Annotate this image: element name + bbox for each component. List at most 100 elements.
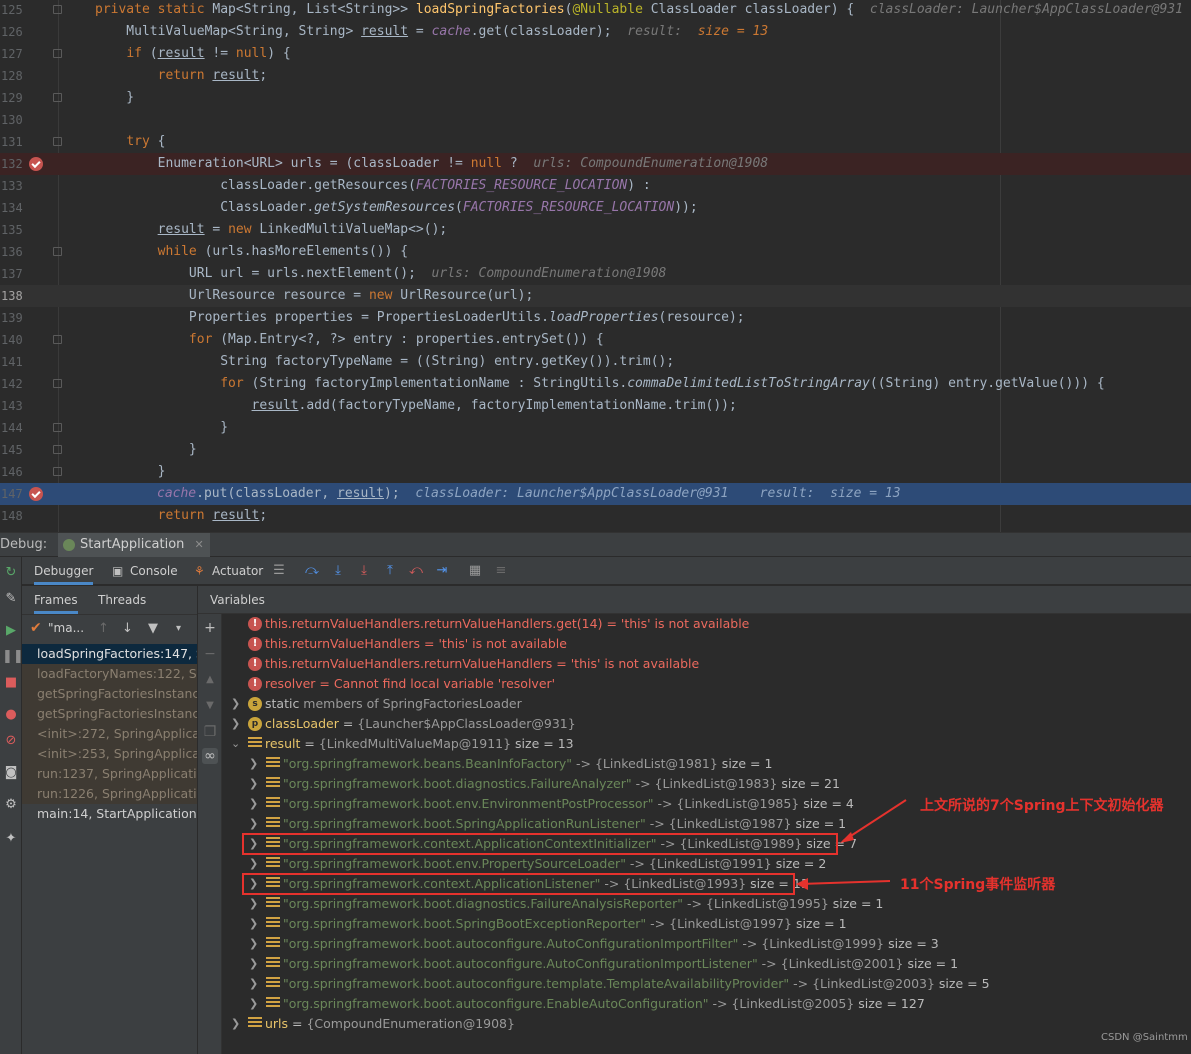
map-entry-row[interactable]: ❯ "org.springframework.boot.SpringBootExc… bbox=[249, 914, 1191, 934]
chevron-right-icon[interactable]: ❯ bbox=[231, 714, 243, 734]
fold-marker-icon[interactable] bbox=[53, 137, 62, 146]
chevron-right-icon[interactable]: ❯ bbox=[249, 934, 261, 954]
code-line[interactable]: 144 } bbox=[0, 417, 1191, 439]
chevron-right-icon[interactable]: ❯ bbox=[249, 974, 261, 994]
fold-marker-icon[interactable] bbox=[53, 445, 62, 454]
variable-classloader-row[interactable]: ❯ p classLoader = {Launcher$AppClassLoader… bbox=[231, 714, 1191, 734]
stack-frame[interactable]: <init>:272, SpringApplicati bbox=[22, 724, 197, 744]
force-step-into-icon[interactable]: ⤓ bbox=[356, 563, 372, 579]
chevron-right-icon[interactable]: ❯ bbox=[249, 894, 261, 914]
line-number[interactable]: 145 bbox=[0, 439, 23, 461]
code-line[interactable]: 130 bbox=[0, 109, 1191, 131]
step-into-icon[interactable]: ⤓ bbox=[330, 563, 346, 579]
code-line[interactable]: 133 classLoader.getResources(FACTORIES_R… bbox=[0, 175, 1191, 197]
variable-error-row[interactable]: ! this.returnValueHandlers = 'this' is no… bbox=[248, 634, 1191, 654]
map-entry-row[interactable]: ❯ "org.springframework.boot.autoconfigure… bbox=[249, 994, 1191, 1014]
breakpoint-icon[interactable] bbox=[29, 157, 43, 171]
chevron-right-icon[interactable]: ❯ bbox=[249, 914, 261, 934]
chevron-down-icon[interactable]: ⌄ bbox=[231, 734, 243, 754]
step-over-icon[interactable]: ⤼ bbox=[304, 563, 320, 579]
breakpoint-icon[interactable] bbox=[29, 487, 43, 501]
map-entry-row[interactable]: ❯ "org.springframework.boot.autoconfigure… bbox=[249, 934, 1191, 954]
drop-frame-icon[interactable]: ⤺ bbox=[408, 563, 424, 579]
variable-error-row[interactable]: ! resolver = Cannot find local variable '… bbox=[248, 674, 1191, 694]
code-line[interactable]: 125 private static Map<String, List<Strin… bbox=[0, 0, 1191, 21]
line-number[interactable]: 130 bbox=[0, 109, 23, 131]
tab-threads[interactable]: Threads bbox=[98, 586, 146, 614]
code-line[interactable]: 132 Enumeration<URL> urls = (classLoader… bbox=[0, 153, 1191, 175]
variable-urls-row[interactable]: ❯ urls = {CompoundEnumeration@1908} bbox=[231, 1014, 1191, 1034]
code-line[interactable]: 138 UrlResource resource = new UrlResour… bbox=[0, 285, 1191, 307]
variable-result-row[interactable]: ⌄ result = {LinkedMultiValueMap@1911} siz… bbox=[231, 734, 1191, 754]
run-to-cursor-icon[interactable]: ⇥ bbox=[434, 563, 450, 579]
line-number[interactable]: 133 bbox=[0, 175, 23, 197]
code-line[interactable]: 142 for (String factoryImplementationNam… bbox=[0, 373, 1191, 395]
fold-marker-icon[interactable] bbox=[53, 423, 62, 432]
arrow-down-icon[interactable]: ↓ bbox=[122, 621, 133, 636]
step-out-icon[interactable]: ⤒ bbox=[382, 563, 398, 579]
code-line[interactable]: 148 return result; bbox=[0, 505, 1191, 527]
code-editor[interactable]: 125 private static Map<String, List<Strin… bbox=[0, 0, 1191, 532]
stop-icon[interactable]: ■ bbox=[2, 675, 20, 691]
code-line[interactable]: 141 String factoryTypeName = ((String) e… bbox=[0, 351, 1191, 373]
tab-console[interactable]: ▣ Console bbox=[112, 557, 178, 585]
chevron-right-icon[interactable]: ❯ bbox=[249, 954, 261, 974]
chevron-down-icon[interactable]: ▾ bbox=[176, 623, 181, 634]
stack-frame[interactable]: main:14, StartApplication ( bbox=[22, 804, 197, 824]
line-number[interactable]: 146 bbox=[0, 461, 23, 483]
code-line[interactable]: 131 try { bbox=[0, 131, 1191, 153]
line-number[interactable]: 135 bbox=[0, 219, 23, 241]
stack-frame[interactable]: loadSpringFactories:147, S bbox=[22, 644, 197, 664]
line-number[interactable]: 127 bbox=[0, 43, 23, 65]
variable-static-row[interactable]: ❯ s static members of SpringFactoriesLoade… bbox=[231, 694, 1191, 714]
code-line[interactable]: 136 while (urls.hasMoreElements()) { bbox=[0, 241, 1191, 263]
stack-frame[interactable]: getSpringFactoriesInstanc bbox=[22, 704, 197, 724]
line-number[interactable]: 140 bbox=[0, 329, 23, 351]
line-number[interactable]: 142 bbox=[0, 373, 23, 395]
thread-selector[interactable]: ✔ "ma... ↑ ↓ ▼ ▾ bbox=[22, 614, 197, 642]
chevron-right-icon[interactable]: ❯ bbox=[249, 854, 261, 874]
stack-frame[interactable]: <init>:253, SpringApplicat bbox=[22, 744, 197, 764]
chevron-right-icon[interactable]: ❯ bbox=[231, 694, 243, 714]
tab-debugger[interactable]: Debugger bbox=[34, 557, 94, 585]
pin-icon[interactable]: ✦ bbox=[2, 831, 20, 847]
line-number[interactable]: 125 bbox=[0, 0, 23, 21]
line-number[interactable]: 144 bbox=[0, 417, 23, 439]
stack-frame[interactable]: run:1226, SpringApplicatio bbox=[22, 784, 197, 804]
line-number[interactable]: 147 bbox=[0, 483, 23, 505]
fold-marker-icon[interactable] bbox=[53, 49, 62, 58]
code-line[interactable]: 129 } bbox=[0, 87, 1191, 109]
code-line[interactable]: 137 URL url = urls.nextElement(); urls: … bbox=[0, 263, 1191, 285]
map-entry-row[interactable]: ❯ "org.springframework.boot.env.PropertyS… bbox=[249, 854, 1191, 874]
tab-frames[interactable]: Frames bbox=[34, 586, 78, 614]
line-number[interactable]: 143 bbox=[0, 395, 23, 417]
fold-marker-icon[interactable] bbox=[53, 247, 62, 256]
close-icon[interactable]: ✕ bbox=[195, 538, 204, 551]
variable-error-row[interactable]: ! this.returnValueHandlers.returnValueHan… bbox=[248, 654, 1191, 674]
tab-actuator[interactable]: ⚘ Actuator bbox=[194, 557, 263, 585]
modify-config-icon[interactable]: ✎ bbox=[2, 591, 20, 607]
fold-marker-icon[interactable] bbox=[53, 379, 62, 388]
chevron-right-icon[interactable]: ❯ bbox=[249, 754, 261, 774]
line-number[interactable]: 126 bbox=[0, 21, 23, 43]
line-number[interactable]: 128 bbox=[0, 65, 23, 87]
stack-frame[interactable]: loadFactoryNames:122, Sp bbox=[22, 664, 197, 684]
menu-icon[interactable]: ☰ bbox=[271, 563, 287, 579]
line-number[interactable]: 131 bbox=[0, 131, 23, 153]
fold-marker-icon[interactable] bbox=[53, 5, 62, 14]
pause-icon[interactable]: ❚❚ bbox=[2, 649, 24, 665]
settings-icon[interactable]: ⚙ bbox=[2, 797, 20, 813]
line-number[interactable]: 141 bbox=[0, 351, 23, 373]
code-line[interactable]: 134 ClassLoader.getSystemResources(FACTO… bbox=[0, 197, 1191, 219]
add-watch-icon[interactable]: + bbox=[202, 620, 218, 636]
code-line[interactable]: 147 cache.put(classLoader, result); class… bbox=[0, 483, 1191, 505]
filter-icon[interactable]: ▼ bbox=[148, 621, 158, 636]
line-number[interactable]: 137 bbox=[0, 263, 23, 285]
code-line[interactable]: 145 } bbox=[0, 439, 1191, 461]
mute-breakpoints-icon[interactable]: ⊘ bbox=[2, 733, 20, 749]
arrow-up-icon[interactable]: ↑ bbox=[98, 621, 109, 636]
code-line[interactable]: 135 result = new LinkedMultiValueMap<>()… bbox=[0, 219, 1191, 241]
chevron-right-icon[interactable]: ❯ bbox=[249, 814, 261, 834]
code-line[interactable]: 140 for (Map.Entry<?, ?> entry : propert… bbox=[0, 329, 1191, 351]
stack-frame[interactable]: run:1237, SpringApplication bbox=[22, 764, 197, 784]
